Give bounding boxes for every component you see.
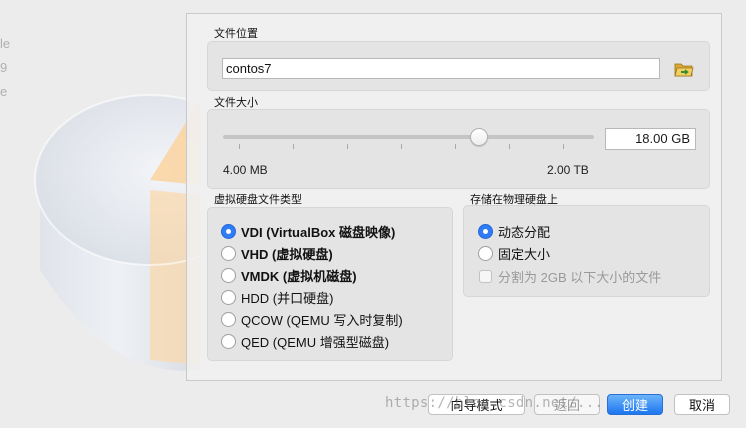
- folder-open-icon[interactable]: [674, 60, 694, 78]
- disk-type-option-vhd[interactable]: VHD (虚拟硬盘): [221, 244, 333, 262]
- option-label: VMDK (虚拟机磁盘): [241, 268, 357, 284]
- disk-type-option-vmdk[interactable]: VMDK (虚拟机磁盘): [221, 266, 357, 284]
- option-label: 动态分配: [498, 224, 551, 240]
- option-label: VDI (VirtualBox 磁盘映像): [241, 224, 396, 240]
- storage-option-fixed[interactable]: 固定大小: [478, 244, 550, 262]
- create-virtual-disk-panel: 文件位置 contos7 文件大小 18.00 GB 4.00 MB 2.00 …: [186, 13, 722, 381]
- disk-type-option-qcow[interactable]: QCOW (QEMU 写入时复制): [221, 310, 403, 328]
- size-slider-thumb[interactable]: [469, 128, 488, 146]
- storage-option-dynamic[interactable]: 动态分配: [478, 222, 550, 240]
- disk-type-group: VDI (VirtualBox 磁盘映像) VHD (虚拟硬盘) VMDK (虚…: [207, 207, 453, 361]
- radio-button[interactable]: [221, 333, 236, 349]
- radio-button[interactable]: [478, 245, 493, 261]
- slider-tick: [563, 144, 564, 149]
- storage-group: 动态分配 固定大小 分割为 2GB 以下大小的文件: [463, 205, 710, 297]
- slider-tick: [239, 144, 240, 149]
- guided-mode-button[interactable]: 向导模式: [428, 394, 525, 415]
- slider-tick: [401, 144, 402, 149]
- disk-type-option-hdd[interactable]: HDD (并口硬盘): [221, 288, 333, 306]
- option-label: HDD (并口硬盘): [241, 290, 334, 306]
- background-text-fragment: e: [0, 84, 8, 99]
- radio-button[interactable]: [221, 223, 236, 239]
- radio-button[interactable]: [221, 245, 236, 261]
- slider-tick: [293, 144, 294, 149]
- disk-type-label: 虚拟硬盘文件类型: [214, 194, 302, 206]
- option-label: 固定大小: [498, 246, 551, 262]
- file-location-group: contos7: [207, 41, 710, 91]
- background-text-fragment: 9: [0, 60, 8, 75]
- background-text-fragment: le: [0, 36, 10, 51]
- file-location-input[interactable]: contos7: [222, 58, 660, 79]
- slider-tick: [347, 144, 348, 149]
- file-size-input[interactable]: 18.00 GB: [605, 128, 696, 150]
- radio-button[interactable]: [221, 289, 236, 305]
- file-size-label: 文件大小: [214, 97, 258, 109]
- slider-min-label: 4.00 MB: [223, 163, 268, 177]
- create-button[interactable]: 创建: [607, 394, 663, 415]
- cancel-button[interactable]: 取消: [674, 394, 730, 415]
- slider-tick: [455, 144, 456, 149]
- size-slider-track[interactable]: [223, 135, 594, 139]
- slider-tick: [509, 144, 510, 149]
- option-label: QED (QEMU 增强型磁盘): [241, 334, 390, 350]
- disk-type-option-qed[interactable]: QED (QEMU 增强型磁盘): [221, 332, 389, 350]
- file-size-group: 18.00 GB 4.00 MB 2.00 TB: [207, 109, 710, 189]
- radio-button[interactable]: [221, 267, 236, 283]
- slider-max-label: 2.00 TB: [547, 163, 589, 177]
- back-button: 返回: [534, 394, 600, 415]
- radio-button[interactable]: [221, 311, 236, 327]
- split-files-label: 分割为 2GB 以下大小的文件: [498, 269, 662, 285]
- disk-type-option-vdi[interactable]: VDI (VirtualBox 磁盘映像): [221, 222, 395, 240]
- split-files-option: 分割为 2GB 以下大小的文件: [479, 267, 661, 285]
- split-files-checkbox: [479, 269, 492, 283]
- hard-disk-illustration: [34, 94, 200, 371]
- file-location-label: 文件位置: [214, 28, 258, 40]
- radio-button[interactable]: [478, 223, 493, 239]
- option-label: QCOW (QEMU 写入时复制): [241, 312, 403, 328]
- option-label: VHD (虚拟硬盘): [241, 246, 333, 262]
